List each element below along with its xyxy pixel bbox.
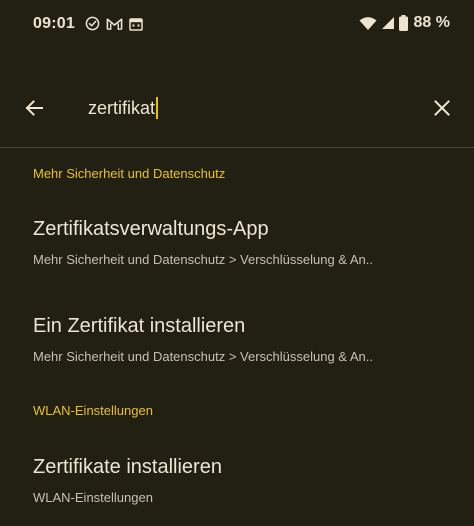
result-item-install-certificates-wlan[interactable]: Zertifikate installieren WLAN-Einstellun… [0,456,474,516]
result-title: Zertifikate installieren [33,456,222,478]
search-input[interactable]: zertifikat [88,95,159,121]
result-subtitle: Mehr Sicherheit und Datenschutz > Versch… [33,349,373,364]
battery-icon [398,15,408,31]
arrow-left-icon [25,100,43,116]
back-button[interactable] [20,94,48,122]
gmail-icon [106,17,123,30]
search-divider [0,147,474,148]
signal-icon [381,17,394,29]
calendar-icon [129,17,143,31]
search-bar: zertifikat [0,70,474,146]
status-time: 09:01 [33,15,75,32]
result-item-certificate-manager-app[interactable]: Zertifikatsverwaltungs-App Mehr Sicherhe… [0,218,474,278]
wifi-icon [359,16,377,30]
result-subtitle: Mehr Sicherheit und Datenschutz > Versch… [33,252,373,267]
check-circle-icon [85,16,100,31]
result-title: Ein Zertifikat installieren [33,315,246,337]
section-header-wlan: WLAN-Einstellungen [33,403,153,418]
result-item-install-certificate[interactable]: Ein Zertifikat installieren Mehr Sicherh… [0,315,474,375]
close-icon [434,100,450,116]
status-bar: 09:01 88 % [0,0,474,56]
section-header-security: Mehr Sicherheit und Datenschutz [33,166,226,181]
clear-search-button[interactable] [428,94,456,122]
search-query: zertifikat [88,97,156,118]
battery-percentage: 88 % [413,14,450,31]
result-subtitle: WLAN-Einstellungen [33,490,153,505]
result-title: Zertifikatsverwaltungs-App [33,218,269,240]
status-system-icons: 88 % [359,14,450,32]
text-caret [156,97,159,119]
status-notification-icons [85,16,143,31]
